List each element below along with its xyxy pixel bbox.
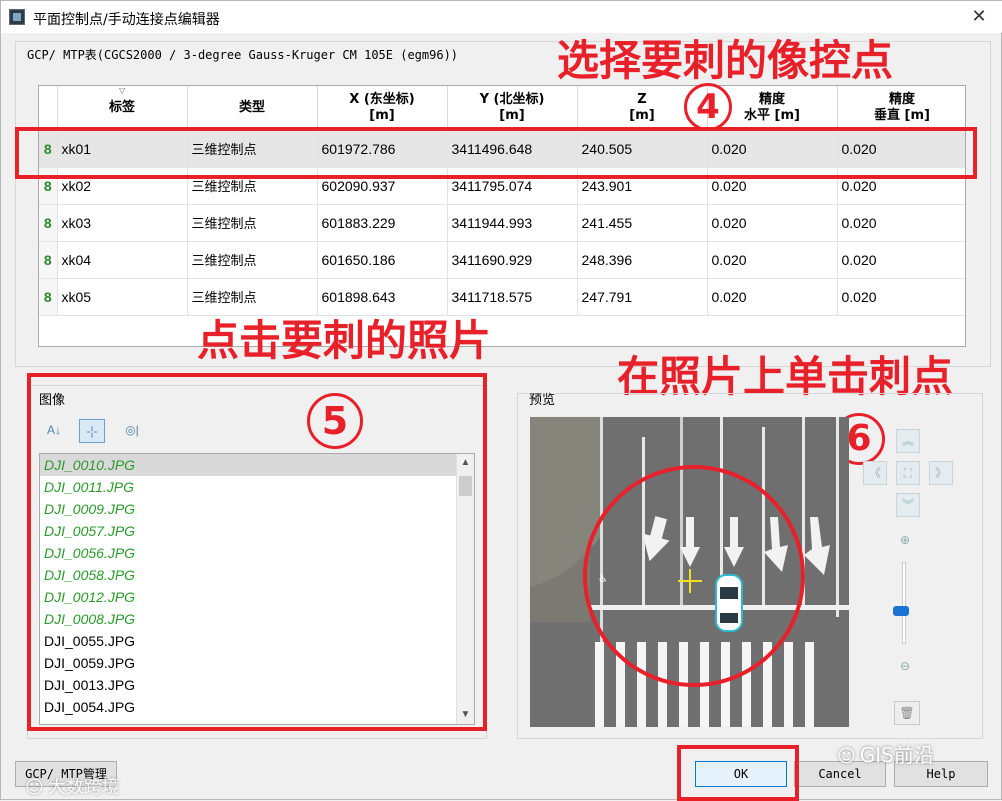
col-header-x[interactable]: X (东坐标) [m] [317,86,448,131]
annotation-box-gcp-row [15,127,977,179]
fit-view-icon[interactable]: ⛶ [896,461,920,485]
row-acc-v: 0.020 [837,241,965,279]
row-x: 601883.229 [317,204,448,242]
annotation-click-photo: 点击要刺的照片 [197,316,492,365]
pan-right-icon[interactable]: 》 [929,461,953,485]
delete-icon[interactable]: 🗑 [894,701,920,725]
close-icon[interactable]: ✕ [969,6,989,26]
wechat-icon: ☺ [837,746,856,767]
col-header-acc-v[interactable]: 精度 垂直 [m] [837,86,965,131]
col-header-y[interactable]: Y (北坐标) [m] [447,86,578,131]
table-row[interactable]: 8 xk05 三维控制点 601898.643 3411718.575 247.791 0.… [39,278,965,316]
row-acc-v: 0.020 [837,204,965,242]
zoom-out-icon[interactable]: ⊖ [900,659,910,673]
annotation-select-gcp: 选择要刺的像控点 [557,36,894,85]
pan-down-icon[interactable]: ︾ [896,493,920,517]
watermark-right: ☺ GIS前沿 [837,743,934,767]
row-label: xk05 [57,278,188,316]
annotation-box-image-list [27,373,487,731]
row-y: 3411944.993 [447,204,578,242]
row-image-count: 8 [39,241,58,279]
row-image-count: 8 [39,278,58,316]
row-y: 3411718.575 [447,278,578,316]
row-y: 3411690.929 [447,241,578,279]
annotation-circle-preview [583,465,805,687]
row-label: xk03 [57,204,188,242]
gcp-table: 标签 类型 X (东坐标) [m] Y (北坐标) [m] Z [m] 精度 水平 [m… [38,85,966,347]
row-type: 三维控制点 [187,204,318,242]
row-x: 601650.186 [317,241,448,279]
col-header-count [39,86,58,131]
pan-left-icon[interactable]: 《 [863,461,887,485]
preview-group-legend: 预览 [529,389,556,408]
wechat-icon: ☺ [25,777,44,798]
row-acc-h: 0.020 [707,278,838,316]
pan-up-icon[interactable]: ︽ [896,429,920,453]
row-type: 三维控制点 [187,241,318,279]
editor-window: 平面控制点/手动连接点编辑器 ✕ GCP/ MTP表(CGCS2000 / 3-… [0,0,1002,801]
table-header-row: 标签 类型 X (东坐标) [m] Y (北坐标) [m] Z [m] 精度 水平 [m… [39,86,965,131]
table-row[interactable]: 8 xk03 三维控制点 601883.229 3411944.993 241.455 0.… [39,204,965,242]
row-acc-h: 0.020 [707,241,838,279]
gcp-group-legend: GCP/ MTP表(CGCS2000 / 3-degree Gauss-Krug… [27,46,459,63]
zoom-in-icon[interactable]: ⊕ [900,533,910,547]
row-acc-h: 0.020 [707,204,838,242]
row-z: 241.455 [577,204,708,242]
title-bar: 平面控制点/手动连接点编辑器 ✕ [1,1,1002,33]
window-title: 平面控制点/手动连接点编辑器 [33,12,220,28]
zoom-slider-track[interactable] [902,562,906,644]
row-x: 601898.643 [317,278,448,316]
row-acc-v: 0.020 [837,278,965,316]
annotation-step-4: 4 [684,83,732,131]
zoom-slider-thumb[interactable] [893,606,909,616]
table-row[interactable]: 8 xk04 三维控制点 601650.186 3411690.929 248.396 0.… [39,241,965,279]
sort-indicator-icon: ▽ [119,86,126,95]
annotation-box-ok [677,745,799,801]
col-header-type[interactable]: 类型 [187,86,318,131]
row-z: 248.396 [577,241,708,279]
watermark-left: ☺ 大数跨境 [25,777,120,798]
row-label: xk04 [57,241,188,279]
row-image-count: 8 [39,204,58,242]
app-icon [9,9,25,25]
row-type: 三维控制点 [187,278,318,316]
row-z: 247.791 [577,278,708,316]
